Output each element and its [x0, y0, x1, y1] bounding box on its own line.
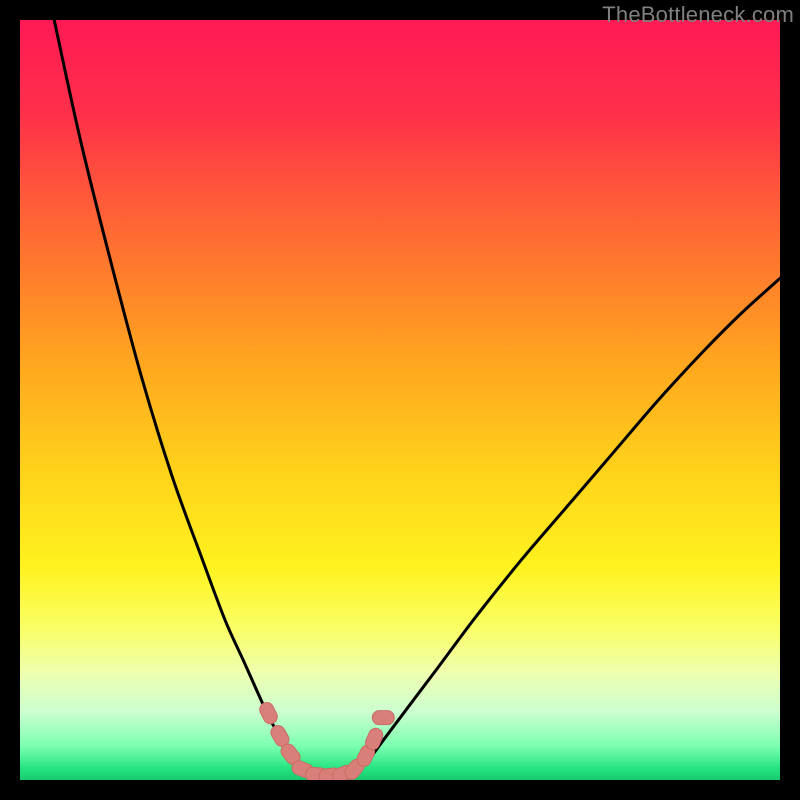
chart-frame	[20, 20, 780, 780]
bottleneck-chart	[20, 20, 780, 780]
marker-point	[372, 711, 394, 725]
watermark-text: TheBottleneck.com	[602, 2, 794, 28]
gradient-background	[20, 20, 780, 780]
